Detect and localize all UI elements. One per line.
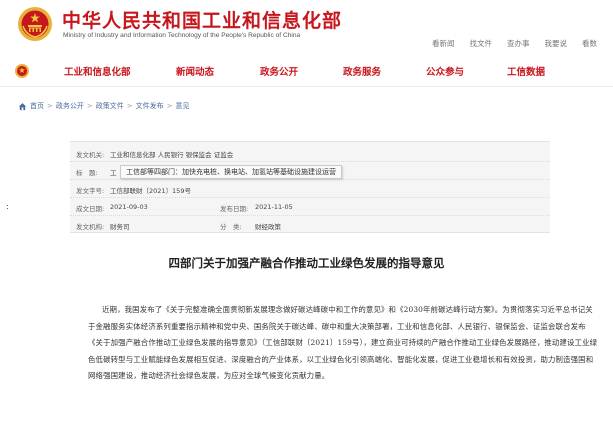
meta-pub-label: 发布日期: xyxy=(220,205,249,213)
side-mark: : xyxy=(6,202,9,211)
meta-row-issuer: 发文机关: 工业和信息化部 人民银行 银保监会 证监会 xyxy=(70,144,550,162)
breadcrumb-current[interactable]: 意见 xyxy=(176,101,190,111)
meta-org-label: 发文机构: xyxy=(76,223,105,231)
meta-doc-no-value: 工信部联财〔2021〕159号 xyxy=(110,187,191,195)
breadcrumb-gov-open[interactable]: 政务公开 xyxy=(56,101,84,111)
meta-cat-label: 分 类: xyxy=(220,223,242,231)
home-icon[interactable] xyxy=(18,102,27,111)
site-header: 中华人民共和国工业和信息化部 Ministry of Industry and … xyxy=(0,0,613,55)
breadcrumb-policy[interactable]: 政策文件 xyxy=(96,101,124,111)
breadcrumb-release[interactable]: 文件发布 xyxy=(136,101,164,111)
breadcrumb-separator: > xyxy=(86,102,93,110)
top-link-services[interactable]: 查办事 xyxy=(507,38,530,49)
top-link-news[interactable]: 看新闻 xyxy=(432,38,455,49)
nav-item-gov-service[interactable]: 政务服务 xyxy=(343,64,381,78)
nav-item-data[interactable]: 工信数据 xyxy=(507,64,545,78)
nav-item-participation[interactable]: 公众参与 xyxy=(426,64,464,78)
nav-item-miit[interactable]: 工业和信息化部 xyxy=(64,64,131,78)
main-nav: 工业和信息化部 新闻动态 政务公开 政务服务 公众参与 工信数据 xyxy=(0,55,613,87)
meta-row-org: 发文机构: 财务司 分 类: 财经政策 xyxy=(70,216,550,234)
meta-org-value: 财务司 xyxy=(110,223,130,231)
meta-issuer-label: 发文机关: xyxy=(76,151,105,159)
meta-date-value: 2021-09-03 xyxy=(110,203,148,211)
meta-title-value: 工 xyxy=(110,169,117,177)
document-metadata: 发文机关: 工业和信息化部 人民银行 银保监会 证监会 标 题: 工 发文字号:… xyxy=(70,141,550,233)
site-title[interactable]: 中华人民共和国工业和信息化部 xyxy=(62,6,342,33)
title-tooltip: 工信部等四部门：加快充电桩、换电站、加氢站等基础设施建设运营 xyxy=(120,165,342,179)
nav-item-gov-open[interactable]: 政务公开 xyxy=(260,64,298,78)
article-title: 四部门关于加强产融合作推动工业绿色发展的指导意见 xyxy=(168,256,445,270)
top-link-feedback[interactable]: 我要说 xyxy=(545,38,568,49)
breadcrumb-separator: > xyxy=(47,102,53,110)
meta-pub-value: 2021-11-05 xyxy=(255,203,293,211)
article-body: 近期，我国发布了《关于完整准确全面贯彻新发展理念做好碳达峰碳中和工作的意见》和《… xyxy=(88,305,598,380)
meta-row-doc-no: 发文字号: 工信部联财〔2021〕159号 xyxy=(70,180,550,198)
top-link-files[interactable]: 找文件 xyxy=(470,38,493,49)
breadcrumb-separator: > xyxy=(126,102,133,110)
meta-issuer-value: 工业和信息化部 人民银行 银保监会 证监会 xyxy=(110,151,234,159)
breadcrumb-home[interactable]: 首页 xyxy=(30,101,44,111)
meta-doc-no-label: 发文字号: xyxy=(76,187,105,195)
site-subtitle: Ministry of Industry and Information Tec… xyxy=(63,32,301,39)
national-emblem-icon[interactable] xyxy=(17,6,53,42)
meta-cat-value: 财经政策 xyxy=(255,223,281,231)
home-icon[interactable] xyxy=(14,63,30,79)
breadcrumb-separator: > xyxy=(166,102,173,110)
meta-date-label: 成文日期: xyxy=(76,205,105,213)
top-link-data[interactable]: 看数 xyxy=(582,38,597,49)
nav-item-news[interactable]: 新闻动态 xyxy=(176,64,214,78)
top-links: 看新闻 找文件 查办事 我要说 看数 xyxy=(432,38,597,49)
meta-row-dates: 成文日期: 2021-09-03 发布日期: 2021-11-05 xyxy=(70,198,550,216)
meta-title-label: 标 题: xyxy=(76,169,98,177)
breadcrumb: 首页 > 政务公开 > 政策文件 > 文件发布 > 意见 xyxy=(18,101,190,111)
